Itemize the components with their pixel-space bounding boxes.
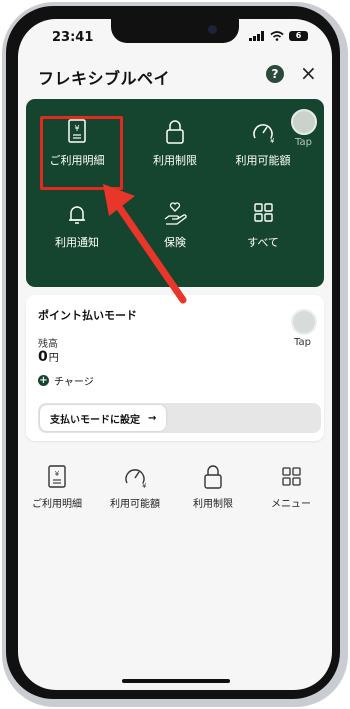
notch — [111, 19, 239, 43]
charge-label: チャージ — [54, 377, 94, 388]
tile-all[interactable]: すべて — [218, 191, 308, 265]
bottom-nav: ¥ ご利用明細 ¥ 利用可能額 利用制限 メニュー — [18, 461, 332, 521]
point-mode-toggle[interactable] — [291, 309, 317, 335]
receipt-yen-icon: ¥ — [48, 465, 66, 488]
svg-text:¥: ¥ — [142, 482, 147, 489]
grid-icon — [254, 203, 273, 222]
card-tap-label: Tap — [294, 337, 311, 348]
balance-value: 0円 — [38, 349, 59, 365]
balance-unit: 円 — [48, 353, 59, 364]
status-time: 23:41 — [52, 30, 94, 45]
close-button[interactable]: × — [300, 61, 317, 85]
app-header: フレキシブルペイ ? × — [18, 57, 332, 97]
signal-icon — [249, 31, 264, 41]
panel-toggle[interactable] — [291, 109, 317, 135]
nav-available-amount[interactable]: ¥ 利用可能額 — [96, 461, 174, 521]
lock-icon — [166, 120, 184, 144]
arrow-right-icon: → — [148, 412, 157, 424]
nav-label: ご利用明細 — [32, 499, 82, 510]
tile-label: 利用可能額 — [235, 154, 291, 167]
panel-tap-label: Tap — [295, 137, 312, 148]
battery-icon: 6 — [289, 31, 308, 41]
svg-text:¥: ¥ — [270, 137, 275, 145]
nav-label: 利用可能額 — [110, 499, 160, 510]
tile-usage-limit[interactable]: 利用制限 — [130, 109, 220, 183]
card-title: ポイント払いモード — [38, 309, 137, 322]
home-indicator[interactable] — [122, 679, 230, 683]
point-payment-card: ポイント払いモード 残高 0円 + チャージ Tap 支払いモードに設定 → — [26, 295, 324, 441]
annotation-arrow-icon — [103, 184, 187, 304]
lock-icon — [204, 465, 222, 489]
wifi-icon — [270, 31, 284, 41]
status-icons: 6 — [249, 31, 308, 41]
svg-text:¥: ¥ — [55, 470, 60, 478]
help-button[interactable]: ? — [266, 65, 284, 83]
tile-label: すべて — [247, 236, 279, 249]
camera-icon — [208, 25, 217, 34]
mode-switch-bar: 支払いモードに設定 → — [38, 403, 321, 433]
nav-usage-details[interactable]: ¥ ご利用明細 — [18, 461, 96, 521]
page-title: フレキシブルペイ — [38, 69, 171, 88]
nav-usage-limit[interactable]: 利用制限 — [174, 461, 252, 521]
tile-label: 利用制限 — [153, 154, 197, 167]
balance-amount: 0 — [38, 349, 48, 365]
nav-label: 利用制限 — [193, 499, 233, 510]
mode-button-label: 支払いモードに設定 — [50, 414, 140, 426]
gauge-yen-icon: ¥ — [125, 469, 147, 489]
charge-link[interactable]: + チャージ — [38, 373, 94, 388]
balance-label: 残高 — [38, 339, 58, 350]
set-payment-mode-button[interactable]: 支払いモードに設定 → — [40, 405, 167, 431]
nav-label: メニュー — [271, 499, 311, 510]
grid-icon — [282, 467, 301, 486]
plus-circle-icon: + — [38, 375, 49, 386]
nav-menu[interactable]: メニュー — [252, 461, 330, 521]
